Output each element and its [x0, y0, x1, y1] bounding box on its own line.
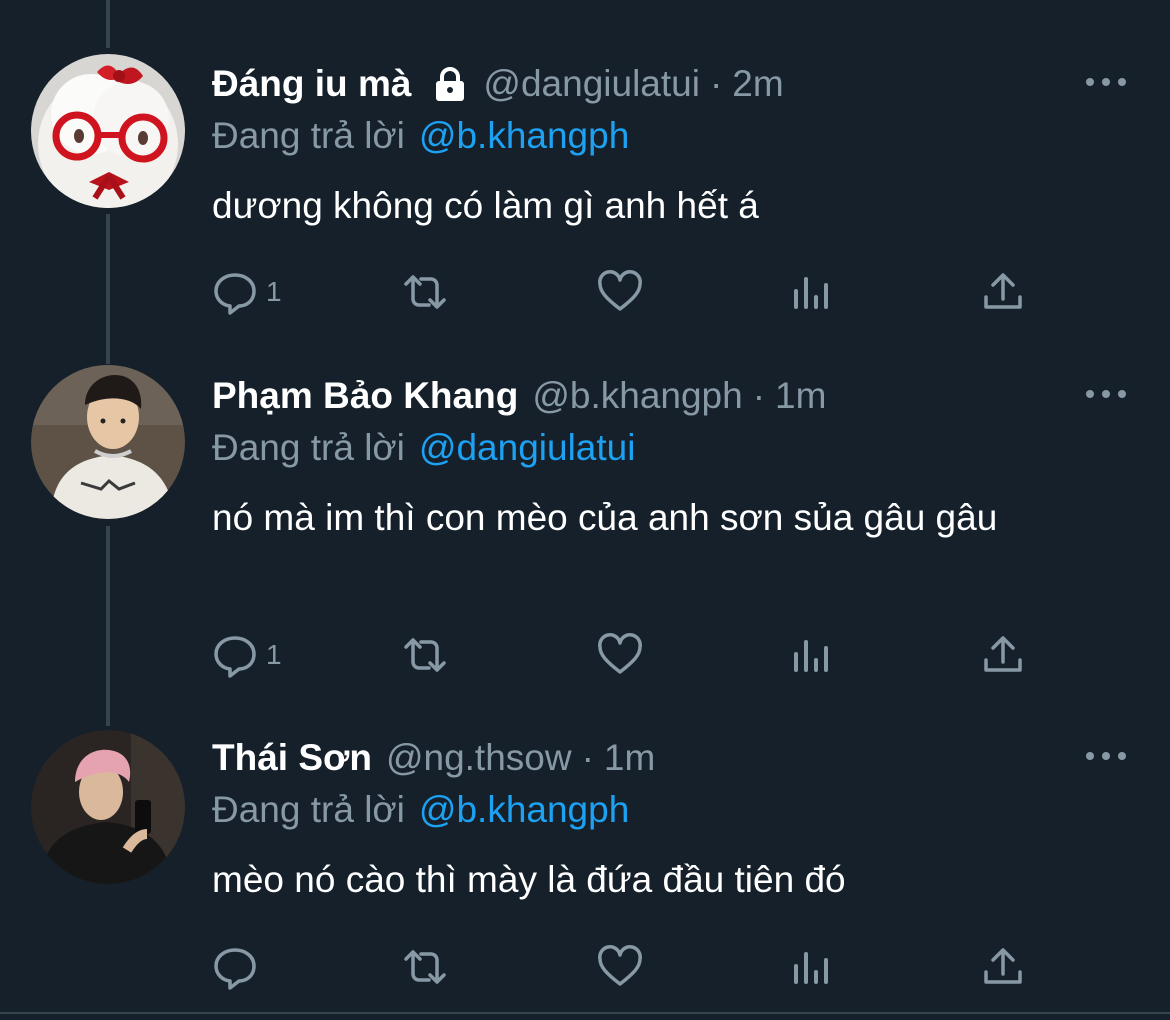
reply-count: 1: [266, 639, 282, 670]
user-handle[interactable]: @dangiulatui: [483, 62, 700, 106]
tweet-actions: [212, 942, 1052, 992]
separator-dot: ·: [581, 737, 594, 778]
reply-icon: [214, 948, 256, 990]
avatar[interactable]: [31, 730, 185, 884]
reply-icon: [214, 273, 256, 315]
replying-to: Đang trả lời @b.khangph: [212, 114, 629, 158]
share-button[interactable]: [980, 942, 1026, 992]
replying-to-handle[interactable]: @b.khangph: [419, 789, 629, 830]
like-button[interactable]: [597, 630, 643, 680]
share-button[interactable]: [980, 267, 1026, 317]
tweet-actions: 1: [212, 630, 1052, 680]
replying-to: Đang trả lời @dangiulatui: [212, 426, 635, 470]
tweet-header: Thái Sơn @ng.thsow · 1m: [212, 736, 655, 780]
tweet-header: Đáng iu mà @dangiulatui · 2m: [212, 62, 784, 106]
tweet-header: Phạm Bảo Khang @b.khangph · 1m: [212, 374, 826, 418]
more-options-icon[interactable]: [1086, 384, 1126, 404]
analytics-icon: [794, 640, 828, 672]
tweet-text: mèo nó cào thì mày là đứa đầu tiên đó: [212, 859, 846, 900]
share-button[interactable]: [980, 630, 1026, 680]
analytics-icon: [794, 952, 828, 984]
lock-icon: [433, 66, 467, 102]
retweet-button[interactable]: [402, 942, 448, 992]
retweet-button[interactable]: [402, 267, 448, 317]
display-name[interactable]: Đáng iu mà: [212, 62, 411, 106]
user-handle[interactable]: @b.khangph: [532, 374, 742, 418]
like-button[interactable]: [597, 942, 643, 992]
retweet-button[interactable]: [402, 630, 448, 680]
user-handle[interactable]: @ng.thsow: [386, 736, 572, 780]
like-icon: [598, 270, 642, 311]
display-name[interactable]: Phạm Bảo Khang: [212, 374, 518, 418]
separator-dot: ·: [752, 375, 766, 416]
replying-to: Đang trả lời @b.khangph: [212, 788, 629, 832]
avatar[interactable]: [31, 54, 185, 208]
timestamp[interactable]: 1m: [775, 374, 826, 418]
more-options-icon[interactable]: [1086, 746, 1126, 766]
replying-to-label: Đang trả lời: [212, 789, 405, 830]
reply-count: 1: [266, 276, 282, 307]
avatar[interactable]: [31, 365, 185, 519]
separator-dot: ·: [709, 63, 723, 104]
display-name[interactable]: Thái Sơn: [212, 736, 372, 780]
share-icon: [984, 636, 1022, 672]
replying-to-handle[interactable]: @b.khangph: [419, 115, 629, 156]
reply-button[interactable]: 1: [212, 630, 282, 680]
tweet[interactable]: Đáng iu mà @dangiulatui · 2m Đang trả lờ…: [0, 0, 1170, 360]
tweet-text: dương không có làm gì anh hết á: [212, 185, 759, 226]
retweet-icon: [404, 950, 446, 984]
tweet[interactable]: Thái Sơn @ng.thsow · 1m Đang trả lời @b.k…: [0, 720, 1170, 1012]
analytics-button[interactable]: [790, 267, 836, 317]
timestamp[interactable]: 1m: [604, 736, 655, 780]
share-icon: [984, 273, 1022, 309]
retweet-icon: [404, 275, 446, 309]
analytics-button[interactable]: [790, 630, 836, 680]
share-icon: [984, 948, 1022, 984]
more-options-icon[interactable]: [1086, 72, 1126, 92]
tweet[interactable]: Phạm Bảo Khang @b.khangph · 1m Đang trả …: [0, 360, 1170, 720]
reply-button[interactable]: [212, 942, 266, 992]
reply-icon: [214, 636, 256, 678]
bottom-divider: [0, 1012, 1170, 1014]
like-button[interactable]: [597, 267, 643, 317]
plush-bear-with-glasses-avatar: [31, 54, 185, 208]
person-photo-avatar: [31, 365, 185, 519]
retweet-icon: [404, 638, 446, 672]
analytics-icon: [794, 277, 828, 309]
tweet-actions: 1: [212, 267, 1052, 317]
reply-button[interactable]: 1: [212, 267, 282, 317]
like-icon: [598, 945, 642, 986]
replying-to-label: Đang trả lời: [212, 427, 405, 468]
person-mirror-selfie-avatar: [31, 730, 185, 884]
replying-to-label: Đang trả lời: [212, 115, 405, 156]
analytics-button[interactable]: [790, 942, 836, 992]
like-icon: [598, 633, 642, 674]
timestamp[interactable]: 2m: [732, 62, 783, 106]
tweet-text: nó mà im thì con mèo của anh sơn sủa gâu…: [212, 497, 998, 538]
replying-to-handle[interactable]: @dangiulatui: [419, 427, 636, 468]
